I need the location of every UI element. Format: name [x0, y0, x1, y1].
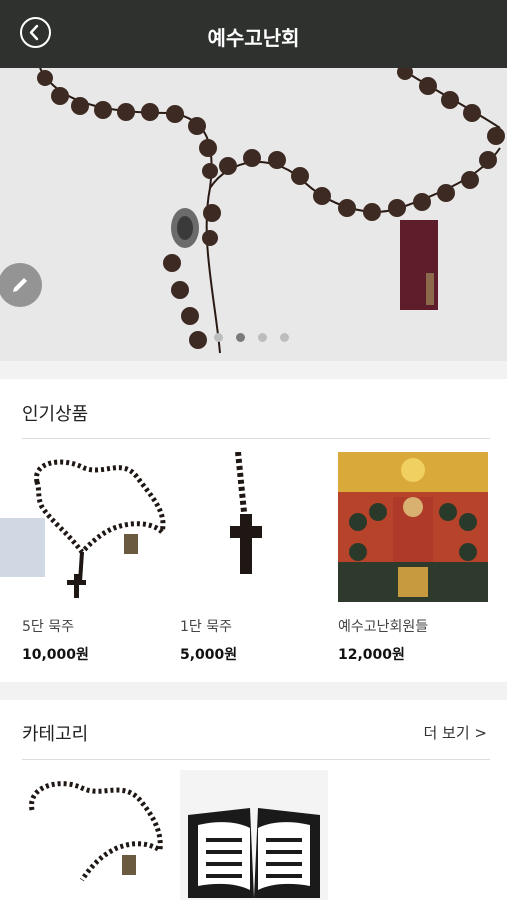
category-item-rosary[interactable]	[22, 770, 170, 900]
product-name: 5단 묵주	[22, 619, 74, 635]
pencil-icon	[13, 278, 27, 292]
carousel-dot[interactable]	[258, 333, 267, 342]
page-title: 예수고난회	[207, 26, 300, 50]
carousel-dot-active[interactable]	[236, 333, 245, 342]
product-image	[180, 452, 330, 602]
carousel-dot[interactable]	[214, 333, 223, 342]
app-header: 예수고난회	[0, 0, 507, 68]
carousel-dots	[214, 333, 289, 343]
category-section-title: 카테고리	[22, 724, 89, 745]
section-gap	[0, 682, 507, 700]
divider	[22, 759, 490, 760]
side-tab[interactable]	[0, 518, 45, 577]
product-card[interactable]: 예수고난회원들 12,000원	[338, 452, 488, 664]
product-name: 1단 묵주	[180, 619, 232, 635]
product-card[interactable]: 1단 묵주 5,000원	[180, 452, 330, 664]
carousel-dot[interactable]	[280, 333, 289, 342]
popular-section-title: 인기상품	[22, 404, 89, 425]
open-book-icon	[180, 770, 328, 900]
product-price: 10,000원	[22, 647, 89, 663]
section-gap	[0, 361, 507, 379]
category-item-book[interactable]	[180, 770, 328, 900]
product-price: 5,000원	[180, 647, 238, 663]
product-price: 12,000원	[338, 647, 405, 663]
divider	[22, 438, 490, 439]
rosary-photo	[0, 68, 507, 361]
rosary-image	[22, 770, 170, 900]
more-link[interactable]: 더 보기 >	[423, 722, 487, 743]
product-name: 예수고난회원들	[338, 619, 429, 635]
hero-carousel[interactable]	[0, 68, 507, 361]
product-image	[338, 452, 488, 602]
edit-button[interactable]	[0, 263, 42, 307]
